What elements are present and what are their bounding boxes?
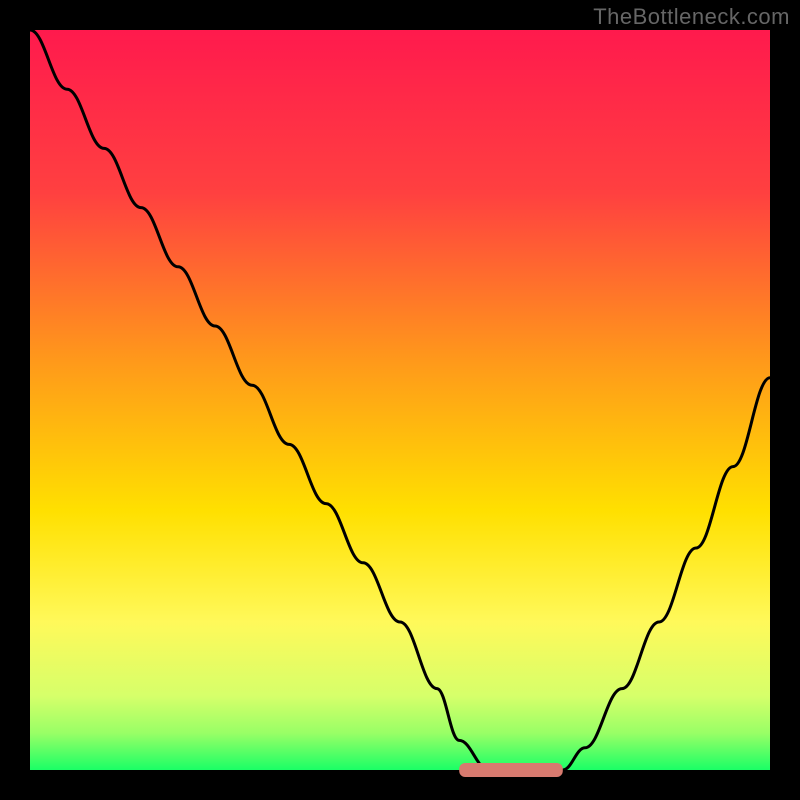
optimal-range-marker (459, 763, 563, 777)
watermark-text: TheBottleneck.com (593, 4, 790, 30)
plot-background (30, 30, 770, 770)
chart-stage: TheBottleneck.com (0, 0, 800, 800)
bottleneck-chart (0, 0, 800, 800)
